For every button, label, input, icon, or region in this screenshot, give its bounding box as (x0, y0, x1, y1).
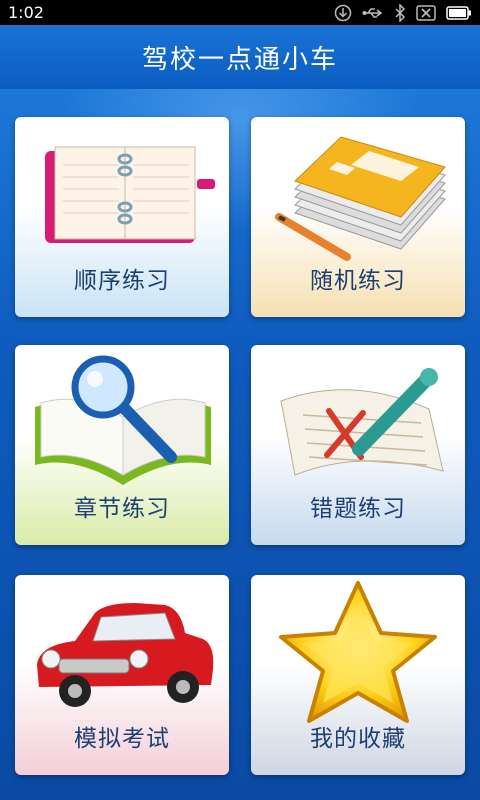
paper-cross-icon (280, 368, 444, 476)
chapter-practice-button[interactable]: 章节练习 (15, 345, 229, 545)
sequential-practice-label: 顺序练习 (74, 268, 170, 294)
favorites-button[interactable]: 我的收藏 (251, 575, 465, 775)
paper-stack-icon (275, 136, 446, 261)
status-bar: 1:02 (0, 0, 480, 25)
main-menu: 顺序练习 随机练习 章节练习 错题练习 模拟考试 我的收藏 (0, 89, 480, 800)
sequential-practice-button[interactable]: 顺序练习 (15, 117, 229, 317)
page-title: 驾校一点通小车 (141, 44, 338, 75)
wrong-questions-button[interactable]: 错题练习 (251, 345, 465, 545)
car-icon (37, 603, 214, 707)
status-icons (334, 3, 472, 22)
download-icon (334, 4, 352, 21)
book-magnifier-icon (35, 355, 211, 485)
usb-icon (362, 7, 383, 18)
mock-exam-label: 模拟考试 (74, 726, 170, 752)
status-time: 1:02 (8, 3, 44, 22)
no-signal-icon (416, 4, 436, 21)
favorites-label: 我的收藏 (310, 726, 406, 752)
star-icon (279, 581, 437, 723)
random-practice-button[interactable]: 随机练习 (251, 117, 465, 317)
title-bar: 驾校一点通小车 (0, 25, 480, 89)
notebook-icon (45, 146, 215, 243)
chapter-practice-label: 章节练习 (74, 496, 170, 522)
mock-exam-button[interactable]: 模拟考试 (15, 575, 229, 775)
bluetooth-icon (395, 3, 406, 22)
random-practice-label: 随机练习 (310, 268, 406, 294)
wrong-questions-label: 错题练习 (310, 496, 406, 522)
battery-icon (446, 5, 471, 20)
